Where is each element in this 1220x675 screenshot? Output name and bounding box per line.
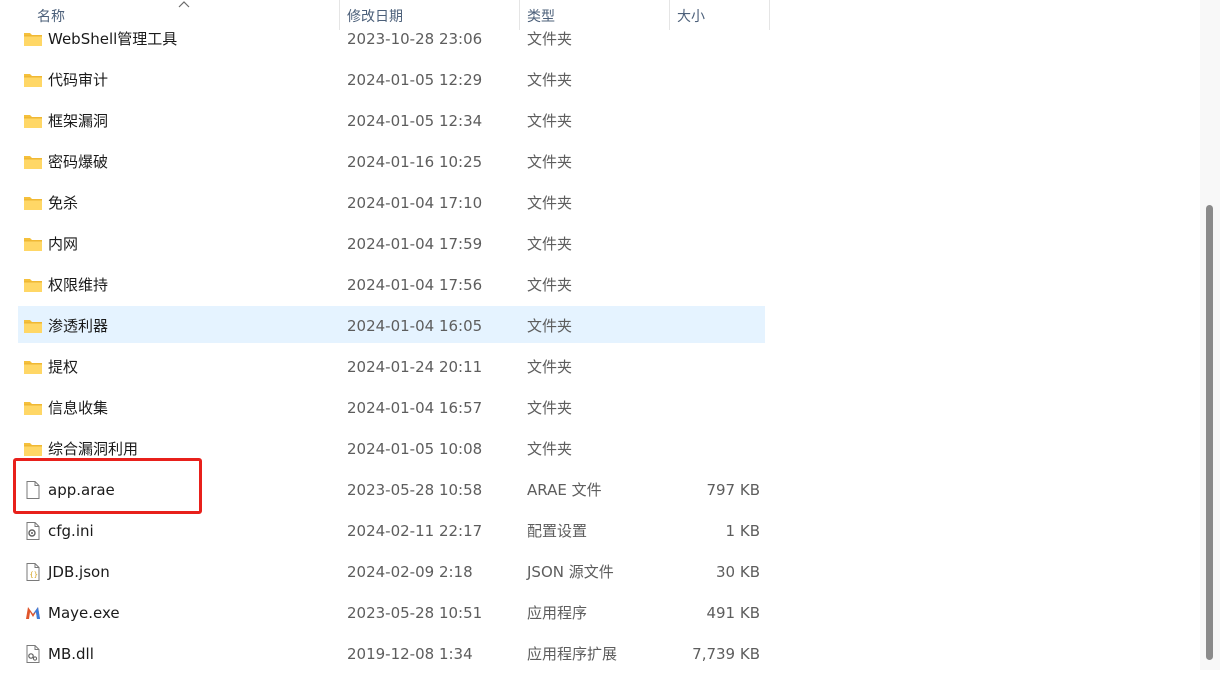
column-header-size[interactable]: 大小 <box>677 0 705 30</box>
file-name: 代码审计 <box>48 71 109 89</box>
file-name: 权限维持 <box>48 276 109 294</box>
file-type: 文件夹 <box>527 276 573 294</box>
file-row[interactable]: cfg.ini 2024-02-11 22:17 配置设置 1 KB <box>18 511 765 548</box>
file-type: 文件夹 <box>527 358 573 376</box>
file-date: 2024-01-16 10:25 <box>347 153 483 171</box>
file-type: 应用程序 <box>527 604 588 622</box>
file-name: 框架漏洞 <box>48 112 109 130</box>
folder-icon <box>23 70 43 90</box>
file-size: 30 KB <box>716 563 760 581</box>
file-type: JSON 源文件 <box>527 563 614 581</box>
file-row[interactable]: Maye.exe 2023-05-28 10:51 应用程序 491 KB <box>18 593 765 630</box>
file-date: 2024-01-05 12:34 <box>347 112 483 130</box>
file-type: 文件夹 <box>527 71 573 89</box>
file-date: 2023-05-28 10:58 <box>347 481 483 499</box>
folder-icon <box>23 29 43 49</box>
file-date: 2024-01-04 17:56 <box>347 276 483 294</box>
file-date: 2024-01-04 17:59 <box>347 235 483 253</box>
file-row[interactable]: 内网 2024-01-04 17:59 文件夹 <box>18 224 765 261</box>
file-type: 文件夹 <box>527 440 573 458</box>
column-header: 名称 修改日期 类型 大小 <box>0 0 1200 30</box>
folder-icon <box>23 152 43 172</box>
sort-ascending-icon <box>178 1 190 8</box>
file-row[interactable]: 框架漏洞 2024-01-05 12:34 文件夹 <box>18 101 765 138</box>
file-name: 渗透利器 <box>48 317 109 335</box>
file-date: 2024-02-11 22:17 <box>347 522 483 540</box>
scrollbar-thumb[interactable] <box>1206 205 1213 660</box>
file-row[interactable]: 代码审计 2024-01-05 12:29 文件夹 <box>18 60 765 97</box>
file-name: 内网 <box>48 235 79 253</box>
file-name: 免杀 <box>48 194 79 212</box>
file-row[interactable]: MB.dll 2019-12-08 1:34 应用程序扩展 7,739 KB <box>18 634 765 671</box>
column-header-type[interactable]: 类型 <box>527 0 555 30</box>
file-name: JDB.json <box>48 563 110 581</box>
file-name: 密码爆破 <box>48 153 109 171</box>
file-date: 2019-12-08 1:34 <box>347 645 473 663</box>
file-date: 2024-01-24 20:11 <box>347 358 483 376</box>
file-type: 文件夹 <box>527 317 573 335</box>
file-date: 2024-01-04 16:05 <box>347 317 483 335</box>
file-date: 2024-01-04 16:57 <box>347 399 483 417</box>
column-divider[interactable] <box>769 0 770 30</box>
maye-app-icon <box>23 603 43 623</box>
annotation-highlight-box <box>13 458 202 514</box>
file-size: 1 KB <box>725 522 760 540</box>
file-size: 797 KB <box>706 481 760 499</box>
folder-icon <box>23 111 43 131</box>
file-date: 2024-01-05 12:29 <box>347 71 483 89</box>
file-type: 文件夹 <box>527 153 573 171</box>
column-header-name[interactable]: 名称 <box>37 0 65 30</box>
file-date: 2023-05-28 10:51 <box>347 604 483 622</box>
file-row[interactable]: 提权 2024-01-24 20:11 文件夹 <box>18 347 765 384</box>
file-date: 2024-02-09 2:18 <box>347 563 473 581</box>
file-row[interactable]: 密码爆破 2024-01-16 10:25 文件夹 <box>18 142 765 179</box>
file-type: 文件夹 <box>527 112 573 130</box>
settings-file-icon <box>23 521 43 541</box>
file-name: cfg.ini <box>48 522 94 540</box>
column-header-date[interactable]: 修改日期 <box>347 0 403 30</box>
file-name: MB.dll <box>48 645 94 663</box>
folder-icon <box>23 439 43 459</box>
file-name: Maye.exe <box>48 604 120 622</box>
dll-file-icon <box>23 644 43 664</box>
file-type: 应用程序扩展 <box>527 645 618 663</box>
file-row[interactable]: 免杀 2024-01-04 17:10 文件夹 <box>18 183 765 220</box>
json-file-icon: {} <box>23 562 43 582</box>
file-type: 文件夹 <box>527 194 573 212</box>
folder-icon <box>23 275 43 295</box>
file-row[interactable]: 渗透利器 2024-01-04 16:05 文件夹 <box>18 306 765 343</box>
file-size: 491 KB <box>706 604 760 622</box>
folder-icon <box>23 234 43 254</box>
file-date: 2024-01-05 10:08 <box>347 440 483 458</box>
file-type: 文件夹 <box>527 235 573 253</box>
file-name: 信息收集 <box>48 399 109 417</box>
file-size: 7,739 KB <box>692 645 760 663</box>
file-type: 配置设置 <box>527 522 588 540</box>
column-divider[interactable] <box>519 0 520 30</box>
column-divider[interactable] <box>669 0 670 30</box>
column-divider[interactable] <box>339 0 340 30</box>
file-type: 文件夹 <box>527 399 573 417</box>
file-date: 2024-01-04 17:10 <box>347 194 483 212</box>
folder-icon <box>23 193 43 213</box>
file-row[interactable]: {} JDB.json 2024-02-09 2:18 JSON 源文件 30 KB <box>18 552 765 589</box>
file-row[interactable]: 信息收集 2024-01-04 16:57 文件夹 <box>18 388 765 425</box>
file-row[interactable]: 权限维持 2024-01-04 17:56 文件夹 <box>18 265 765 302</box>
svg-text:{}: {} <box>30 571 38 579</box>
folder-icon <box>23 398 43 418</box>
file-name: 提权 <box>48 358 79 376</box>
folder-icon <box>23 357 43 377</box>
folder-icon <box>23 316 43 336</box>
file-type: ARAE 文件 <box>527 481 602 499</box>
